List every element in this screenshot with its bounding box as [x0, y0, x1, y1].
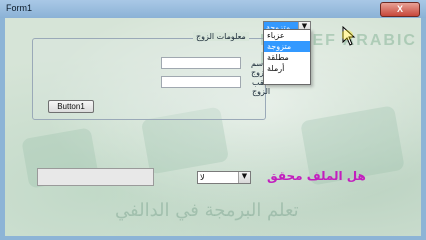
spouse-first-name-input[interactable]	[161, 57, 241, 69]
dropdown-option[interactable]: أرملة	[264, 63, 310, 74]
marital-status-dropdown-list: عزباء متزوجة مطلقة أرملة	[263, 29, 311, 85]
dropdown-option[interactable]: متزوجة	[264, 41, 310, 52]
file-verified-question: هل الملف محقق	[267, 169, 366, 183]
form-client-area: ELGREF ARABIC ED تعلم البرمجة في الدالفي…	[5, 18, 421, 236]
watermark-arabic-text: تعلم البرمجة في الدالفي	[115, 200, 299, 221]
main-window: Form1 X ELGREF ARABIC ED تعلم البرمجة في…	[0, 0, 426, 240]
file-verified-selected: لا	[200, 173, 205, 182]
dropdown-option[interactable]: مطلقة	[264, 52, 310, 63]
chevron-down-icon[interactable]: ▼	[238, 172, 250, 183]
dropdown-option[interactable]: عزباء	[264, 30, 310, 41]
window-title: Form1	[6, 3, 33, 13]
spouse-last-name-input[interactable]	[161, 76, 241, 88]
groupbox-legend: معلومات الزوج	[193, 32, 249, 41]
button1[interactable]: Button1	[48, 100, 94, 113]
readonly-field[interactable]	[37, 168, 154, 186]
title-bar[interactable]: Form1 X	[0, 0, 426, 18]
close-button[interactable]: X	[380, 2, 420, 17]
file-verified-combo[interactable]: لا ▼	[197, 171, 251, 184]
mouse-pointer-icon	[342, 26, 356, 46]
spouse-info-groupbox: معلومات الزوج اسم الزوج لقب الزوج Button…	[32, 32, 270, 120]
